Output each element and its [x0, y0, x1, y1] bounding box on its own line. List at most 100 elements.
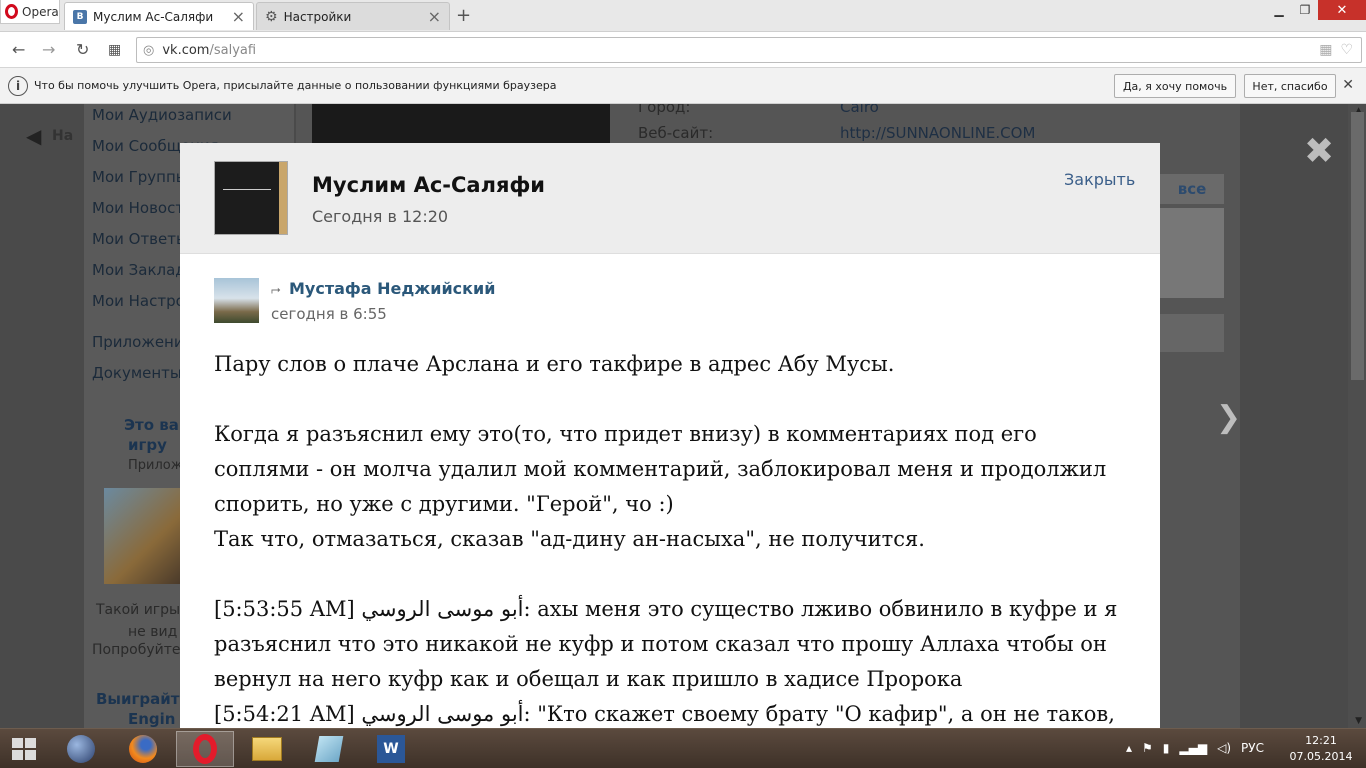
post-modal: Муслим Ас-Саляфи Сегодня в 12:20 Закрыть…	[180, 143, 1160, 728]
menu-item-documents[interactable]: Документы	[92, 364, 182, 382]
file-explorer-icon[interactable]	[238, 731, 296, 767]
close-link[interactable]: Закрыть	[1064, 170, 1135, 189]
language-indicator[interactable]: РУС	[1241, 741, 1264, 755]
word-icon[interactable]: W	[362, 731, 420, 767]
taskbar: W ▴ ⚑ ▮ ▂▄▆ ◁) РУС 12:21 07.05.2014	[0, 728, 1366, 768]
post-paragraph: Когда я разъяснил ему это(то, что придет…	[214, 422, 1107, 516]
decline-help-button[interactable]: Нет, спасибо	[1244, 74, 1336, 98]
game-ad-sub: Прилож	[128, 458, 183, 473]
back-arrow-icon[interactable]: ◀	[26, 124, 41, 148]
browser-navbar: ← → ↻ ▦ ◎ vk.com/salyafi ▦ ♡	[0, 32, 1366, 68]
game-ad-text: не вид	[128, 624, 178, 640]
game-ad-text: Попробуйте	[92, 642, 181, 658]
tab-close-icon[interactable]: ×	[232, 8, 245, 25]
photo-thumbnail[interactable]	[1160, 208, 1224, 298]
tab-vk-profile[interactable]: B Муслим Ас-Саляфи ×	[64, 2, 254, 30]
url-path: /salyafi	[209, 42, 257, 58]
clock[interactable]: 12:21 07.05.2014	[1288, 733, 1354, 765]
system-tray: ▴ ⚑ ▮ ▂▄▆ ◁) РУС	[1126, 741, 1264, 755]
notepad-icon[interactable]	[300, 731, 358, 767]
page-scrollbar[interactable]: ▲ ▼	[1348, 104, 1366, 728]
speed-dial-add-icon[interactable]: ▦	[1319, 42, 1332, 58]
menu-item-apps[interactable]: Приложения	[92, 333, 193, 351]
scroll-thumb[interactable]	[1351, 112, 1364, 380]
gear-icon: ⚙	[265, 8, 278, 25]
reload-button[interactable]: ↻	[76, 40, 89, 59]
close-infobar-icon[interactable]: ✕	[1342, 77, 1354, 93]
speed-dial-icon[interactable]: ▦	[108, 42, 121, 58]
post-text-run: [5:54:21 AM] أبو موسى الروسي: "Кто скаже…	[214, 702, 1115, 726]
game-ad-image[interactable]	[104, 488, 180, 584]
forward-button[interactable]: →	[42, 40, 55, 59]
globe-icon: ◎	[143, 42, 155, 58]
info-message: Что бы помочь улучшить Opera, присылайте…	[34, 79, 557, 92]
browser-titlebar: Opera B Муслим Ас-Саляфи × ⚙ Настройки ×…	[0, 0, 1366, 32]
repost-avatar[interactable]	[214, 278, 259, 323]
game-ad-title-2[interactable]: игру	[128, 436, 167, 454]
network-icon[interactable]: ▂▄▆	[1179, 741, 1207, 755]
post-text: Пару слов о плаче Арслана и его такфире …	[214, 347, 1129, 728]
info-icon: i	[8, 75, 28, 96]
back-label: На	[52, 128, 74, 144]
back-button[interactable]: ←	[12, 40, 25, 59]
menu-item-audio[interactable]: Мои Аудиозаписи	[92, 106, 232, 124]
post-paragraph: [5:53:55 AM] أبو موسى الروسي: ахы меня э…	[214, 597, 1118, 691]
city-value[interactable]: Cairo	[840, 104, 879, 116]
city-label: Город:	[638, 104, 691, 116]
tab-label: Муслим Ас-Саляфи	[93, 9, 214, 24]
opera-taskbar-icon[interactable]	[176, 731, 234, 767]
windows-start-icon[interactable]	[12, 738, 36, 760]
repost-author-name[interactable]: Мустафа Неджийский	[289, 279, 495, 298]
accept-help-button[interactable]: Да, я хочу помочь	[1114, 74, 1236, 98]
opera-menu-button[interactable]: Opera	[0, 0, 60, 24]
media-player-icon[interactable]	[52, 731, 110, 767]
scroll-down-icon[interactable]: ▼	[1355, 716, 1362, 726]
menu-item-groups[interactable]: Мои Группы	[92, 168, 188, 186]
background-block	[1160, 314, 1224, 352]
repost-time[interactable]: сегодня в 6:55	[271, 305, 387, 323]
win-ad-title-2[interactable]: Engin	[128, 710, 175, 728]
tab-settings[interactable]: ⚙ Настройки ×	[256, 2, 450, 30]
modal-header: Муслим Ас-Саляфи Сегодня в 12:20 Закрыть	[180, 143, 1160, 254]
new-tab-button[interactable]: +	[456, 5, 471, 26]
post-time[interactable]: Сегодня в 12:20	[312, 207, 448, 226]
battery-icon[interactable]: ▮	[1163, 741, 1170, 755]
menu-item-news[interactable]: Мои Новости	[92, 199, 194, 217]
menu-item-answers[interactable]: Мои Ответы	[92, 230, 188, 248]
url-host: vk.com	[162, 42, 210, 58]
post-author-name[interactable]: Муслим Ас-Саляфи	[312, 173, 545, 197]
vk-favicon-icon: B	[73, 9, 87, 24]
win-ad-title[interactable]: Выиграйт	[96, 690, 179, 708]
profile-photo[interactable]	[312, 104, 610, 144]
clock-date: 07.05.2014	[1289, 750, 1353, 763]
game-ad-text: Такой игры	[96, 602, 181, 618]
heart-icon[interactable]: ♡	[1340, 42, 1353, 58]
opera-menu-label: Opera	[22, 4, 59, 19]
game-ad-title[interactable]: Это ва	[124, 416, 179, 434]
book-spine	[279, 162, 287, 234]
post-paragraph: Пару слов о плаче Арслана и его такфире …	[214, 352, 895, 376]
tab-label: Настройки	[283, 9, 352, 24]
calligraphy-image	[223, 172, 271, 190]
all-link[interactable]: все	[1160, 174, 1224, 204]
window-close-button[interactable]: ✕	[1318, 0, 1366, 20]
clock-time: 12:21	[1305, 734, 1337, 747]
info-bar: i Что бы помочь улучшить Opera, присылай…	[0, 68, 1366, 104]
firefox-icon[interactable]	[114, 731, 172, 767]
address-bar[interactable]: ◎ vk.com/salyafi ▦ ♡	[136, 37, 1362, 63]
maximize-button[interactable]: ❐	[1292, 0, 1318, 20]
post-paragraph-last: [5:54:21 AM] أبو موسى الروسي: "Кто скаже…	[214, 697, 1129, 728]
tab-close-icon[interactable]: ×	[428, 8, 441, 25]
next-photo-icon[interactable]: ❯	[1216, 400, 1241, 435]
website-label: Веб-сайт:	[638, 124, 714, 142]
website-link[interactable]: http://SUNNAONLINE.COM	[840, 124, 1035, 142]
opera-logo-icon	[5, 4, 18, 19]
flag-icon[interactable]: ⚑	[1142, 741, 1153, 755]
close-overlay-icon[interactable]: ✖	[1304, 134, 1334, 170]
post-paragraph: Так что, отмазаться, сказав "ад-дину ан-…	[214, 527, 925, 551]
author-avatar[interactable]	[214, 161, 288, 235]
minimize-button[interactable]: ▁	[1266, 0, 1292, 20]
volume-icon[interactable]: ◁)	[1217, 741, 1231, 755]
show-hidden-icons-icon[interactable]: ▴	[1126, 741, 1132, 755]
repost-icon: ⮣	[271, 282, 281, 296]
